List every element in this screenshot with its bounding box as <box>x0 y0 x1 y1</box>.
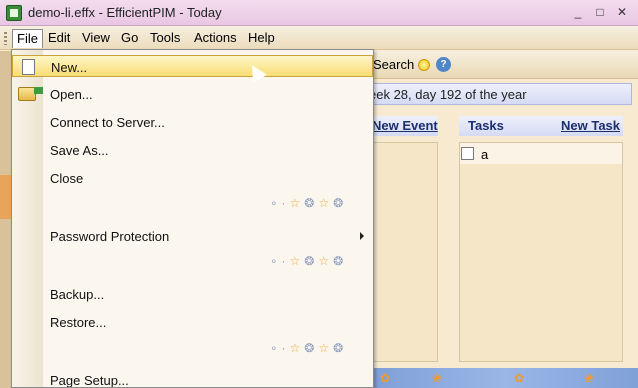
menu-item-page-setup[interactable]: Page Setup... <box>12 369 373 388</box>
open-folder-icon <box>18 87 43 101</box>
window-title: demo-li.effx - EfficientPIM - Today <box>28 5 222 20</box>
maximize-button[interactable]: □ <box>590 4 610 21</box>
menu-item-close[interactable]: Close <box>12 167 373 189</box>
new-document-icon <box>22 59 35 75</box>
menu-item-label: Restore... <box>50 315 107 330</box>
help-icon[interactable]: ? <box>436 57 451 72</box>
menu-item-label: Open... <box>50 87 93 102</box>
menu-item-new[interactable]: New... <box>12 55 373 77</box>
menu-item-password-protection[interactable]: Password Protection <box>12 225 373 247</box>
menu-item-backup[interactable]: Backup... <box>12 283 373 305</box>
submenu-arrow-icon <box>360 232 364 240</box>
status-strip: ✿ ❀ ✿ ❀ <box>374 368 638 388</box>
fish-icon: ✿ <box>380 371 391 385</box>
tasks-title: Tasks <box>468 118 504 133</box>
menu-item-label: Connect to Server... <box>50 115 165 130</box>
menu-separator: ∘·☆❂☆❂ <box>270 341 348 355</box>
menu-item-label: Close <box>50 171 84 186</box>
title-bar: demo-li.effx - EfficientPIM - Today _ □ … <box>0 0 638 26</box>
menu-file[interactable]: File <box>12 29 43 48</box>
window-controls: _ □ ✕ <box>568 4 632 21</box>
menu-separator: ∘·☆❂☆❂ <box>270 254 348 268</box>
menu-item-label: Page Setup... <box>50 373 129 388</box>
menu-view[interactable]: View <box>78 29 114 48</box>
menu-tools[interactable]: Tools <box>146 29 184 48</box>
menubar-grip[interactable] <box>4 32 7 45</box>
menu-item-connect-to-server[interactable]: Connect to Server... <box>12 111 373 133</box>
new-event-link[interactable]: New Event <box>372 118 438 133</box>
sun-icon[interactable] <box>418 59 430 71</box>
date-text: eek 28, day 192 of the year <box>369 87 527 102</box>
minimize-button[interactable]: _ <box>568 4 588 21</box>
menu-edit[interactable]: Edit <box>44 29 74 48</box>
file-menu-dropdown: New... Open... Connect to Server... Save… <box>11 49 374 388</box>
fish-icon: ❀ <box>584 371 595 385</box>
menu-item-label: New... <box>51 60 88 75</box>
task-checkbox[interactable] <box>461 147 474 160</box>
menu-item-label: Password Protection <box>50 229 170 244</box>
app-icon <box>6 5 22 21</box>
task-label: a <box>481 147 489 162</box>
menu-actions[interactable]: Actions <box>190 29 241 48</box>
close-button[interactable]: ✕ <box>612 4 632 21</box>
new-task-link[interactable]: New Task <box>561 118 620 133</box>
menu-item-restore[interactable]: Restore... <box>12 311 373 333</box>
fish-icon: ❀ <box>432 371 443 385</box>
menu-help[interactable]: Help <box>244 29 279 48</box>
menu-item-label: Backup... <box>50 287 105 302</box>
menu-go[interactable]: Go <box>117 29 142 48</box>
menu-item-open[interactable]: Open... <box>12 83 373 105</box>
menu-item-save-as[interactable]: Save As... <box>12 139 373 161</box>
search-button[interactable]: Search <box>373 57 414 72</box>
menu-separator: ∘·☆❂☆❂ <box>270 196 348 210</box>
menu-item-label: Save As... <box>50 143 109 158</box>
tasks-panel <box>459 142 623 362</box>
date-bar: eek 28, day 192 of the year <box>360 83 632 105</box>
fish-icon: ✿ <box>514 371 525 385</box>
menu-bar: File Edit View Go Tools Actions Help <box>0 26 638 50</box>
